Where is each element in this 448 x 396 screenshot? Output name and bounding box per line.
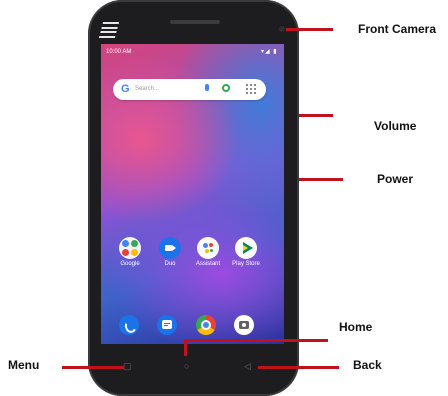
home-callout-line (184, 339, 328, 342)
front-camera-lens (279, 26, 285, 32)
play-store-icon (235, 237, 257, 259)
google-search-bar[interactable]: G Search... (113, 79, 266, 100)
google-g-icon: G (121, 83, 130, 95)
back-button[interactable]: ◁ (244, 362, 251, 371)
home-callout-drop-line (184, 339, 187, 356)
volume-callout-line (299, 114, 333, 117)
menu-label: Menu (8, 358, 40, 372)
earpiece-speaker (170, 20, 220, 24)
back-callout-line (258, 366, 339, 369)
assistant-icon (197, 237, 219, 259)
app-label: Play Store (232, 261, 260, 267)
volume-label: Volume (374, 119, 417, 133)
app-label: Duo (164, 261, 176, 267)
menu-button[interactable]: ▢ (123, 362, 132, 371)
navigation-bar: ▢ ○ ◁ (101, 356, 284, 378)
status-time: 10:00 AM (106, 49, 132, 55)
microphone-icon[interactable] (205, 84, 209, 91)
camera-app-icon[interactable] (234, 315, 254, 335)
app-assistant[interactable]: Assistant (188, 237, 228, 267)
home-label: Home (339, 320, 373, 334)
app-play-store[interactable]: Play Store (226, 237, 266, 267)
status-icons: ▾◢ ▮ (261, 49, 278, 55)
apps-grid-icon[interactable] (246, 84, 256, 94)
lens-icon[interactable] (222, 84, 230, 92)
power-callout-line (299, 178, 343, 181)
phone-app-icon[interactable] (119, 315, 139, 335)
home-button[interactable]: ○ (184, 362, 189, 371)
google-folder-icon (119, 237, 141, 259)
chrome-app-icon[interactable] (196, 315, 216, 335)
app-google-folder[interactable]: Google (110, 237, 150, 267)
messages-app-icon[interactable] (157, 315, 177, 335)
power-label: Power (377, 172, 414, 186)
app-duo[interactable]: Duo (150, 237, 190, 267)
front-camera-callout-line (286, 28, 333, 31)
app-label: Assistant (195, 261, 221, 267)
front-camera-label: Front Camera (358, 22, 437, 36)
search-placeholder: Search... (135, 86, 160, 92)
duo-video-icon (159, 237, 181, 259)
menu-callout-line (62, 366, 124, 369)
back-label: Back (353, 358, 382, 372)
app-label: Google (120, 261, 140, 267)
